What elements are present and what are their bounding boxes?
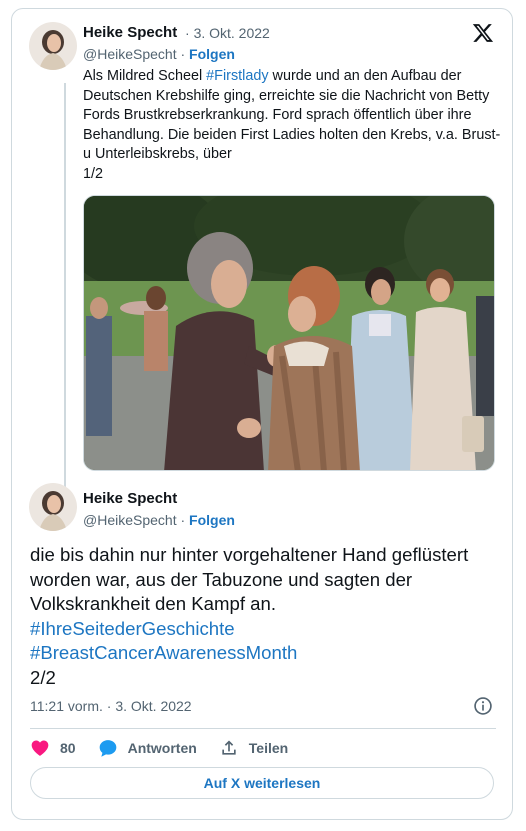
author-name[interactable]: Heike Specht (83, 24, 177, 41)
tweet-text-segment: Als Mildred Scheel (83, 68, 207, 84)
thread-counter: 1/2 (83, 165, 104, 182)
divider (30, 728, 496, 729)
separator-dot: · (180, 46, 186, 62)
share-button[interactable]: Teilen (219, 738, 288, 758)
x-logo-icon[interactable] (472, 22, 494, 44)
separator-dot: · (180, 512, 186, 528)
author-handle[interactable]: @HeikeSpecht (83, 512, 177, 528)
hashtag-link[interactable]: #Firstlady (206, 68, 268, 84)
tweet-text-segment: die bis dahin nur hinter vorgehaltener H… (30, 544, 469, 615)
separator-dot: · (185, 25, 190, 41)
read-more-on-x-button[interactable]: Auf X weiterlesen (30, 767, 494, 799)
tweet-timestamp[interactable]: 11:21 vorm. · 3. Okt. 2022 (30, 698, 192, 714)
info-icon[interactable] (473, 696, 493, 716)
heart-icon (31, 740, 49, 756)
reply-bubble-icon (99, 740, 116, 757)
tweet-text: die bis dahin nur hinter vorgehaltener H… (30, 543, 500, 691)
author-handle[interactable]: @HeikeSpecht (83, 46, 177, 62)
tweet-actions: 80 Antworten Teilen (30, 735, 310, 761)
follow-button[interactable]: Folgen (189, 46, 235, 62)
hashtag-link[interactable]: #IhreSeitederGeschichte (30, 618, 235, 639)
author-name[interactable]: Heike Specht (83, 490, 177, 507)
like-count: 80 (60, 740, 76, 756)
hashtag-link[interactable]: #BreastCancerAwarenessMonth (30, 642, 297, 663)
share-upload-icon (222, 740, 236, 755)
like-button[interactable]: 80 (30, 738, 76, 758)
tweet-photo[interactable] (83, 195, 495, 471)
thread-counter: 2/2 (30, 666, 56, 688)
tweet-date[interactable]: 3. Okt. 2022 (194, 25, 270, 41)
reply-label: Antworten (127, 740, 197, 756)
thread-connector-line (64, 83, 66, 489)
tweet-text: Als Mildred Scheel #Firstlady wurde und … (83, 67, 503, 185)
follow-button[interactable]: Folgen (189, 512, 235, 528)
author-avatar[interactable] (29, 483, 77, 531)
embedded-tweet-card: Heike Specht · 3. Okt. 2022 @HeikeSpecht… (11, 8, 513, 820)
reply-button[interactable]: Antworten (98, 738, 197, 758)
author-avatar[interactable] (29, 22, 77, 70)
share-label: Teilen (248, 740, 289, 756)
